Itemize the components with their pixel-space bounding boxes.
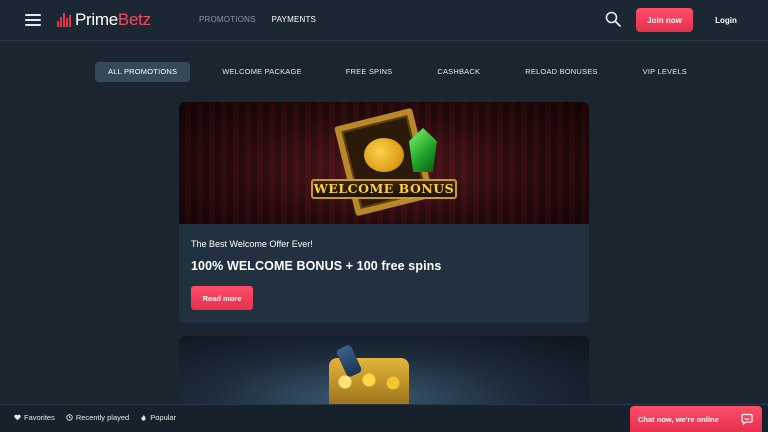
recently-played-link[interactable]: Recently played xyxy=(66,413,129,422)
tab-cashback[interactable]: CASHBACK xyxy=(437,62,480,82)
favorites-link[interactable]: Favorites xyxy=(14,413,55,422)
tab-free-spins[interactable]: FREE SPINS xyxy=(346,62,393,82)
tab-welcome-package[interactable]: WELCOME PACKAGE xyxy=(222,62,302,82)
promotion-card: WELCOME BONUS The Best Welcome Offer Eve… xyxy=(179,102,589,323)
logo-bars-icon xyxy=(57,13,72,27)
tab-reload-bonuses[interactable]: RELOAD BONUSES xyxy=(525,62,597,82)
top-nav: PROMOTIONS PAYMENTS xyxy=(199,15,316,24)
recently-played-label: Recently played xyxy=(75,413,130,422)
login-button[interactable]: Login xyxy=(706,8,746,32)
chat-bubble-icon xyxy=(741,413,753,425)
top-header: PrimeBetz PROMOTIONS PAYMENTS Join now L… xyxy=(0,0,768,41)
favorites-label: Favorites xyxy=(24,413,55,422)
join-now-button[interactable]: Join now xyxy=(636,8,693,32)
welcome-bonus-banner: WELCOME BONUS xyxy=(311,179,457,199)
promotion-subtitle: The Best Welcome Offer Ever! xyxy=(191,239,313,249)
promotion-image[interactable]: WELCOME BONUS xyxy=(179,102,589,224)
nav-payments[interactable]: PAYMENTS xyxy=(272,15,316,24)
read-more-button[interactable]: Read more xyxy=(191,286,253,310)
nav-promotions[interactable]: PROMOTIONS xyxy=(199,15,256,24)
clock-icon xyxy=(66,414,73,421)
logo[interactable]: PrimeBetz xyxy=(57,10,151,30)
heart-icon xyxy=(14,414,21,421)
piggy-bank-graphic xyxy=(364,138,404,172)
promotion-tabs: ALL PROMOTIONS WELCOME PACKAGE FREE SPIN… xyxy=(95,62,687,82)
flame-icon xyxy=(141,414,146,421)
live-chat-button[interactable]: Chat now, we're online xyxy=(630,406,762,432)
gold-coins-graphic xyxy=(329,372,409,392)
popular-link[interactable]: Popular xyxy=(140,413,176,422)
hamburger-icon[interactable] xyxy=(25,14,41,26)
tab-vip-levels[interactable]: VIP LEVELS xyxy=(643,62,687,82)
search-icon[interactable] xyxy=(605,11,621,27)
tab-all-promotions[interactable]: ALL PROMOTIONS xyxy=(95,62,191,82)
logo-text: PrimeBetz xyxy=(75,10,151,29)
popular-label: Popular xyxy=(150,413,177,422)
chat-label: Chat now, we're online xyxy=(638,415,719,424)
promotion-title: 100% WELCOME BONUS + 100 free spins xyxy=(191,259,442,273)
